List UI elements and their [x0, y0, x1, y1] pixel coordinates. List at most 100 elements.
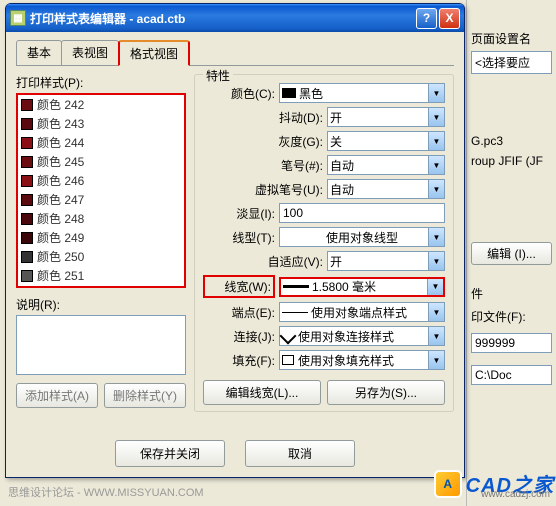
print-file-label: 印文件(F): — [471, 308, 552, 325]
black-swatch — [282, 88, 296, 98]
chevron-down-icon: ▼ — [428, 108, 444, 126]
color-name: 颜色 243 — [37, 115, 84, 132]
print-styles-list[interactable]: 颜色 242 颜色 243 颜色 244 颜色 245 颜色 246 颜色 247 颜色 2… — [16, 93, 186, 288]
lineweight-select[interactable]: 1.5800 毫米 ▼ — [279, 277, 445, 297]
color-name: 颜色 245 — [37, 153, 84, 170]
dither-select[interactable]: 开▼ — [327, 107, 445, 127]
color-list-item[interactable]: 颜色 250 — [18, 247, 184, 266]
chevron-down-icon: ▼ — [428, 156, 444, 174]
color-swatch — [21, 118, 33, 130]
chevron-down-icon: ▼ — [428, 303, 444, 321]
print-styles-label: 打印样式(P): — [16, 74, 186, 91]
linetype-label: 线型(T): — [203, 229, 275, 246]
grayscale-select[interactable]: 关▼ — [327, 131, 445, 151]
endstyle-select[interactable]: 使用对象端点样式▼ — [279, 302, 445, 322]
app-icon: ▦ — [10, 10, 26, 26]
number-input[interactable]: 999999 — [471, 333, 552, 353]
fill-label: 填充(F): — [203, 352, 275, 369]
color-list-item[interactable]: 颜色 248 — [18, 209, 184, 228]
color-name: 颜色 248 — [37, 210, 84, 227]
color-list-item[interactable]: 颜色 247 — [18, 190, 184, 209]
color-swatch — [21, 232, 33, 244]
pen-select[interactable]: 自动▼ — [327, 155, 445, 175]
help-button[interactable]: ? — [416, 8, 437, 29]
close-button[interactable]: X — [439, 8, 460, 29]
endstyle-label: 端点(E): — [203, 304, 275, 321]
printer-desc: roup JFIF (JF — [471, 154, 552, 168]
color-list-item[interactable]: 颜色 252 — [18, 285, 184, 288]
color-name: 颜色 244 — [37, 134, 84, 151]
color-name: 颜色 251 — [37, 267, 84, 284]
color-name: 颜色 242 — [37, 96, 84, 113]
save-as-button[interactable]: 另存为(S)... — [327, 380, 445, 405]
logo-url: www.cadzj.com — [481, 489, 550, 500]
page-setup-label: 页面设置名 — [471, 30, 552, 47]
save-close-button[interactable]: 保存并关闭 — [115, 440, 225, 467]
color-list-item[interactable]: 颜色 243 — [18, 114, 184, 133]
watermark: 思维设计论坛 - WWW.MISSYUAN.COM — [8, 484, 204, 500]
color-list-item[interactable]: 颜色 242 — [18, 95, 184, 114]
color-swatch — [21, 270, 33, 282]
chevron-down-icon: ▼ — [428, 327, 444, 345]
color-select[interactable]: 黑色 ▼ — [279, 83, 445, 103]
joinstyle-select[interactable]: 使用对象连接样式▼ — [279, 326, 445, 346]
tab-format-view[interactable]: 格式视图 — [118, 40, 190, 66]
adaptive-label: 自适应(V): — [203, 253, 323, 270]
plot-style-editor-window: ▦ 打印样式表编辑器 - acad.ctb ? X 基本 表视图 格式视图 打印… — [5, 3, 465, 478]
properties-group: 特性 颜色(C): 黑色 ▼ 抖动(D): 开▼ 灰度 — [194, 74, 454, 412]
description-label: 说明(R): — [16, 296, 186, 313]
color-list-item[interactable]: 颜色 245 — [18, 152, 184, 171]
color-name: 颜色 250 — [37, 248, 84, 265]
chevron-down-icon: ▼ — [428, 351, 444, 369]
fill-sample-icon — [282, 355, 294, 365]
grayscale-label: 灰度(G): — [203, 133, 323, 150]
page-setup-select[interactable]: <选择要应 — [471, 51, 552, 74]
color-label: 颜色(C): — [203, 85, 275, 102]
color-swatch — [21, 175, 33, 187]
screen-input[interactable]: 100 — [279, 203, 445, 223]
lineweight-label: 线宽(W): — [203, 275, 275, 298]
chevron-down-icon: ▼ — [428, 228, 444, 246]
color-list-item[interactable]: 颜色 244 — [18, 133, 184, 152]
pen-label: 笔号(#): — [203, 157, 323, 174]
color-list-item[interactable]: 颜色 251 — [18, 266, 184, 285]
lineweight-sample-icon — [283, 285, 309, 288]
color-swatch — [21, 251, 33, 263]
file-section: 件 — [471, 285, 552, 302]
vpen-select[interactable]: 自动▼ — [327, 179, 445, 199]
color-list-item[interactable]: 颜色 249 — [18, 228, 184, 247]
tab-table-view[interactable]: 表视图 — [61, 40, 119, 65]
color-name: 颜色 252 — [37, 286, 84, 288]
path-input[interactable]: C:\Doc — [471, 365, 552, 385]
description-box[interactable] — [16, 315, 186, 375]
fill-select[interactable]: 使用对象填充样式▼ — [279, 350, 445, 370]
delete-style-button[interactable]: 删除样式(Y) — [104, 383, 186, 408]
color-swatch — [21, 99, 33, 111]
titlebar[interactable]: ▦ 打印样式表编辑器 - acad.ctb ? X — [6, 4, 464, 32]
screen-label: 淡显(I): — [203, 205, 275, 222]
tab-basic[interactable]: 基本 — [16, 40, 62, 65]
color-name: 颜色 246 — [37, 172, 84, 189]
join-sample-icon — [280, 328, 297, 345]
chevron-down-icon: ▼ — [428, 252, 444, 270]
logo-badge: A — [434, 470, 462, 498]
properties-legend: 特性 — [203, 67, 233, 84]
color-swatch — [21, 137, 33, 149]
printer-name: G.pc3 — [471, 134, 552, 148]
edit-button[interactable]: 编辑 (I)... — [471, 242, 552, 265]
color-list-item[interactable]: 颜色 246 — [18, 171, 184, 190]
color-name: 颜色 247 — [37, 191, 84, 208]
linetype-select[interactable]: 使用对象线型▼ — [279, 227, 445, 247]
chevron-down-icon: ▼ — [427, 279, 443, 295]
end-sample-icon — [282, 312, 308, 313]
add-style-button[interactable]: 添加样式(A) — [16, 383, 98, 408]
adaptive-select[interactable]: 开▼ — [327, 251, 445, 271]
color-swatch — [21, 156, 33, 168]
cancel-button[interactable]: 取消 — [245, 440, 355, 467]
window-title: 打印样式表编辑器 - acad.ctb — [30, 10, 416, 27]
edit-lineweights-button[interactable]: 编辑线宽(L)... — [203, 380, 321, 405]
color-swatch — [21, 194, 33, 206]
vpen-label: 虚拟笔号(U): — [203, 181, 323, 198]
tab-bar: 基本 表视图 格式视图 — [16, 40, 454, 66]
color-swatch — [21, 213, 33, 225]
